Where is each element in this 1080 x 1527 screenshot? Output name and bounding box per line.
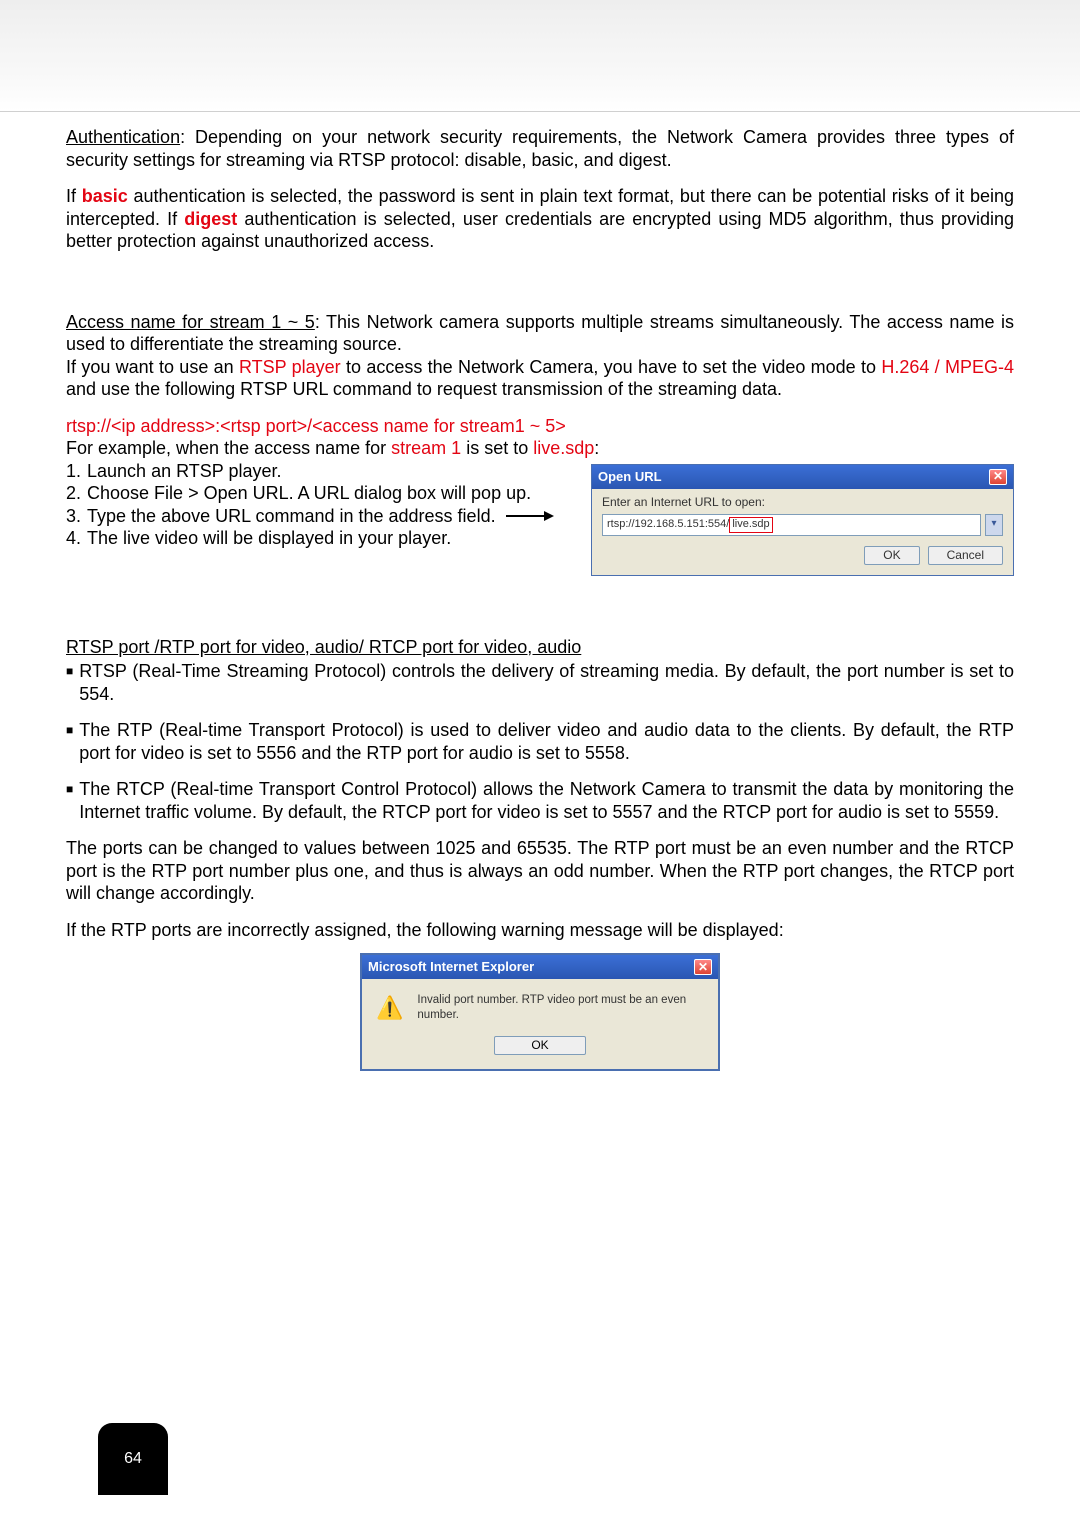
ok-button[interactable]: OK (864, 546, 919, 565)
dialog-buttons: OK Cancel (602, 546, 1003, 565)
warning-titlebar: Microsoft Internet Explorer ✕ (362, 955, 718, 979)
bullet-icon: ■ (66, 719, 73, 741)
ports-note: The ports can be changed to values betwe… (66, 837, 1014, 905)
url-input[interactable]: rtsp://192.168.5.151:554/live.sdp (602, 514, 981, 536)
bullet-text: RTSP (Real-Time Streaming Protocol) cont… (79, 660, 1014, 705)
text: : (594, 438, 599, 458)
warn-intro: If the RTP ports are incorrectly assigne… (66, 919, 1014, 942)
url-input-row: rtsp://192.168.5.151:554/live.sdp ▾ (602, 514, 1003, 536)
step-1: 1. Launch an RTSP player. (66, 460, 579, 483)
step-number: 1. (66, 460, 81, 483)
stream1-keyword: stream 1 (391, 438, 461, 458)
digest-keyword: digest (184, 209, 237, 229)
header-gradient (0, 0, 1080, 112)
auth-heading: Authentication (66, 127, 180, 147)
bullet-icon: ■ (66, 778, 73, 800)
step-number: 2. (66, 482, 81, 505)
step-text: Choose File > Open URL. A URL dialog box… (87, 482, 531, 505)
ports-heading: RTSP port /RTP port for video, audio/ RT… (66, 636, 1014, 659)
warning-title: Microsoft Internet Explorer (368, 959, 534, 975)
step-4: 4. The live video will be displayed in y… (66, 527, 579, 550)
rtsp-para: If you want to use an RTSP player to acc… (66, 356, 1014, 401)
auth-text: : Depending on your network security req… (66, 127, 1014, 170)
ports-bullet-2: ■ The RTP (Real-time Transport Protocol)… (66, 719, 1014, 764)
access-para-block: Access name for stream 1 ~ 5: This Netwo… (66, 311, 1014, 401)
basic-digest-para: If basic authentication is selected, the… (66, 185, 1014, 253)
access-heading: Access name for stream 1 ~ 5 (66, 312, 315, 332)
warning-message: Invalid port number. RTP video port must… (417, 993, 704, 1022)
dropdown-icon[interactable]: ▾ (985, 514, 1003, 536)
arrow-icon (506, 509, 554, 523)
close-icon[interactable]: ✕ (989, 469, 1007, 485)
ports-bullet-3: ■ The RTCP (Real-time Transport Control … (66, 778, 1014, 823)
access-para: Access name for stream 1 ~ 5: This Netwo… (66, 311, 1014, 356)
warning-buttons: OK (362, 1036, 718, 1069)
step-number: 4. (66, 527, 81, 550)
rtsp-url-format: rtsp://<ip address>:<rtsp port>/<access … (66, 415, 1014, 438)
url-input-prefix: rtsp://192.168.5.151:554/ (607, 518, 729, 532)
text: to access the Network Camera, you have t… (341, 357, 882, 377)
step-text: Type the above URL command in the addres… (87, 505, 496, 528)
dialog-body: Enter an Internet URL to open: rtsp://19… (592, 489, 1013, 575)
ok-button[interactable]: OK (494, 1036, 585, 1055)
dialog-label: Enter an Internet URL to open: (602, 495, 1003, 510)
step-number: 3. (66, 505, 81, 528)
cancel-button[interactable]: Cancel (928, 546, 1003, 565)
url-input-highlight: live.sdp (729, 517, 772, 533)
ports-bullet-1: ■ RTSP (Real-Time Streaming Protocol) co… (66, 660, 1014, 705)
codec-keyword: H.264 / MPEG-4 (881, 357, 1014, 377)
auth-para: Authentication: Depending on your networ… (66, 126, 1014, 171)
dialog-titlebar: Open URL ✕ (592, 465, 1013, 489)
basic-keyword: basic (82, 186, 128, 206)
bullet-text: The RTCP (Real-time Transport Control Pr… (79, 778, 1014, 823)
text: is set to (461, 438, 533, 458)
step-text: Launch an RTSP player. (87, 460, 281, 483)
step-2: 2. Choose File > Open URL. A URL dialog … (66, 482, 579, 505)
example-line: For example, when the access name for st… (66, 437, 1014, 460)
warning-body: ⚠️ Invalid port number. RTP video port m… (362, 979, 718, 1036)
document-body: Authentication: Depending on your networ… (0, 112, 1080, 1071)
bullet-text: The RTP (Real-time Transport Protocol) i… (79, 719, 1014, 764)
step-text: The live video will be displayed in your… (87, 527, 451, 550)
open-url-dialog: Open URL ✕ Enter an Internet URL to open… (591, 464, 1014, 576)
text: For example, when the access name for (66, 438, 391, 458)
warning-icon: ⚠️ (376, 994, 403, 1022)
text: and use the following RTSP URL command t… (66, 379, 782, 399)
page-number: 64 (124, 1450, 142, 1468)
rtsp-player-keyword: RTSP player (239, 357, 341, 377)
text: If (66, 186, 82, 206)
bullet-icon: ■ (66, 660, 73, 682)
warning-dialog: Microsoft Internet Explorer ✕ ⚠️ Invalid… (360, 953, 720, 1071)
dialog-title: Open URL (598, 469, 662, 485)
page-number-tab: 64 (98, 1423, 168, 1495)
close-icon[interactable]: ✕ (694, 959, 712, 975)
livesdp-keyword: live.sdp (533, 438, 594, 458)
text: If you want to use an (66, 357, 239, 377)
step-3: 3. Type the above URL command in the add… (66, 505, 579, 528)
